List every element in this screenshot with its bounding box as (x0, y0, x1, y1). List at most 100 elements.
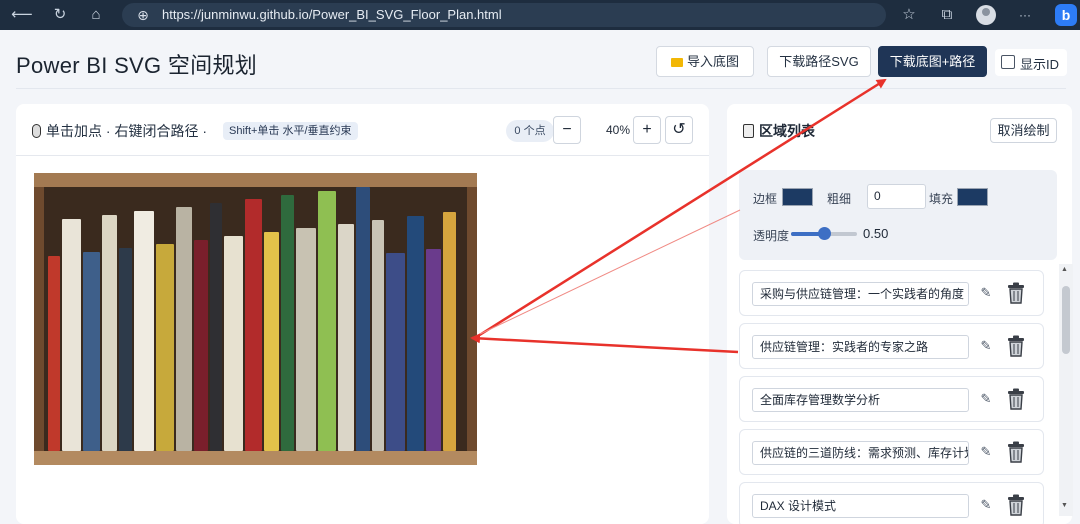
download-svg-button[interactable]: 下载路径SVG (767, 46, 871, 77)
globe-icon: ⊕ (137, 7, 149, 23)
book-spine (264, 232, 279, 451)
scroll-down-icon[interactable]: ▼ (1061, 502, 1068, 509)
import-floorplan-button[interactable]: 导入底图 (656, 46, 754, 77)
weight-label: 粗细 (827, 192, 852, 206)
region-item[interactable]: DAX 设计模式 ✎ (739, 482, 1044, 524)
mouse-icon (32, 124, 41, 138)
fill-color-picker[interactable] (957, 188, 988, 206)
region-name-input[interactable]: DAX 设计模式 (752, 494, 969, 518)
bookshelf-top-board (34, 173, 477, 187)
region-list-panel: 区域列表 取消绘制 边框 粗细 0 填充 透明度 0.50 采购与供应链管理：一… (727, 104, 1072, 524)
scrollbar-thumb[interactable] (1062, 286, 1070, 354)
region-list: 采购与供应链管理：一个实践者的角度 ✎ 供应链管理：实践者的专家之路 ✎ 全面库存管理数… (739, 270, 1061, 524)
region-item[interactable]: 全面库存管理数学分析 ✎ (739, 376, 1044, 422)
url-text: https://junminwu.github.io/Power_BI_SVG_… (162, 7, 502, 22)
border-color-picker[interactable] (782, 188, 813, 206)
clipboard-icon (743, 124, 754, 138)
edit-icon[interactable]: ✎ (978, 496, 994, 514)
reset-view-button[interactable]: ↺ (665, 116, 693, 144)
opacity-slider-handle[interactable] (818, 227, 831, 240)
border-label: 边框 (753, 192, 778, 206)
region-name-input[interactable]: 供应链的三道防线：需求预测、库存计划、供应链执行 (752, 441, 969, 465)
trash-icon[interactable] (1007, 441, 1025, 463)
book-spine (281, 195, 294, 451)
book-spine (338, 224, 354, 451)
download-floorplan-path-button[interactable]: 下载底图+路径 (878, 46, 987, 77)
favorites-icon[interactable]: ☆ (898, 4, 920, 26)
book-spine (407, 216, 424, 451)
show-id-label: 显示ID (1020, 57, 1060, 72)
page-title: Power BI SVG 空间规划 (16, 53, 258, 78)
book-spine (356, 187, 370, 451)
edit-icon[interactable]: ✎ (978, 390, 994, 408)
show-id-toggle[interactable]: 显示ID (995, 49, 1067, 76)
edit-icon[interactable]: ✎ (978, 443, 994, 461)
trash-icon[interactable] (1007, 282, 1025, 304)
region-list-title: 区域列表 (743, 121, 815, 141)
collections-icon[interactable]: ⧉ (936, 4, 958, 26)
browser-toolbar: ⟵ ↻ ⌂ ⊕ https://junminwu.github.io/Power… (0, 0, 1080, 30)
address-bar[interactable]: ⊕ https://junminwu.github.io/Power_BI_SV… (122, 3, 886, 27)
refresh-icon[interactable]: ↻ (49, 4, 71, 26)
more-icon[interactable]: ··· (1014, 4, 1036, 26)
opacity-slider[interactable] (791, 227, 857, 240)
bing-icon[interactable]: b (1055, 4, 1077, 26)
weight-input[interactable]: 0 (867, 184, 926, 209)
trash-icon[interactable] (1007, 388, 1025, 410)
book-spine (245, 199, 262, 451)
book-spine (296, 228, 316, 451)
back-icon[interactable]: ⟵ (11, 4, 33, 26)
region-name-input[interactable]: 供应链管理：实践者的专家之路 (752, 335, 969, 359)
fill-label: 填充 (929, 192, 954, 206)
bookshelf-bottom-board (34, 451, 477, 465)
book-spine (134, 211, 154, 451)
floorplan-canvas[interactable] (34, 173, 477, 465)
book-spine (386, 253, 405, 451)
scroll-up-icon[interactable]: ▲ (1061, 266, 1068, 273)
zoom-out-button[interactable]: − (553, 116, 581, 144)
book-spine (210, 203, 222, 451)
home-icon[interactable]: ⌂ (85, 4, 107, 26)
edit-icon[interactable]: ✎ (978, 337, 994, 355)
trash-icon[interactable] (1007, 335, 1025, 357)
canvas-toolbar: 单击加点 · 右键闭合路径 · Shift+单击 水平/垂直约束 0 个点 − … (16, 104, 709, 156)
region-item[interactable]: 供应链管理：实践者的专家之路 ✎ (739, 323, 1044, 369)
opacity-label: 透明度 (753, 229, 790, 243)
book-spine (426, 249, 441, 451)
region-item[interactable]: 供应链的三道防线：需求预测、库存计划、供应链执行 ✎ (739, 429, 1044, 475)
edit-icon[interactable]: ✎ (978, 284, 994, 302)
region-list-title-text: 区域列表 (759, 123, 815, 139)
cancel-drawing-button[interactable]: 取消绘制 (990, 118, 1057, 143)
trash-icon[interactable] (1007, 494, 1025, 516)
header-divider (16, 88, 1066, 89)
style-settings: 边框 粗细 0 填充 透明度 0.50 (739, 170, 1057, 260)
region-name-input[interactable]: 全面库存管理数学分析 (752, 388, 969, 412)
book-spine (194, 240, 208, 451)
canvas-hint-text: 单击加点 · 右键闭合路径 · (46, 123, 207, 139)
book-spine (102, 215, 117, 451)
book-spine (119, 248, 132, 451)
profile-icon[interactable] (976, 5, 996, 25)
book-spine (176, 207, 192, 451)
zoom-level: 40% (606, 123, 631, 137)
folder-icon (670, 58, 683, 67)
region-name-input[interactable]: 采购与供应链管理：一个实践者的角度 (752, 282, 969, 306)
region-list-scrollbar[interactable]: ▲ ▼ (1059, 264, 1073, 516)
book-spine (443, 212, 456, 451)
book-spine (83, 252, 100, 451)
book-spine (48, 256, 60, 451)
show-id-checkbox[interactable] (1001, 55, 1015, 69)
book-spine (224, 236, 243, 451)
book-spine (62, 219, 81, 451)
opacity-value: 0.50 (863, 226, 889, 241)
import-floorplan-label: 导入底图 (686, 54, 739, 69)
book-spine (156, 244, 174, 451)
canvas-panel: 单击加点 · 右键闭合路径 · Shift+单击 水平/垂直约束 0 个点 − … (16, 104, 709, 524)
zoom-in-button[interactable]: + (633, 116, 661, 144)
book-spine (372, 220, 384, 451)
point-count-badge: 0 个点 (506, 120, 554, 142)
canvas-hint: 单击加点 · 右键闭合路径 · (32, 121, 207, 141)
region-item[interactable]: 采购与供应链管理：一个实践者的角度 ✎ (739, 270, 1044, 316)
shift-hint-tag: Shift+单击 水平/垂直约束 (223, 122, 358, 140)
book-spine (318, 191, 336, 451)
